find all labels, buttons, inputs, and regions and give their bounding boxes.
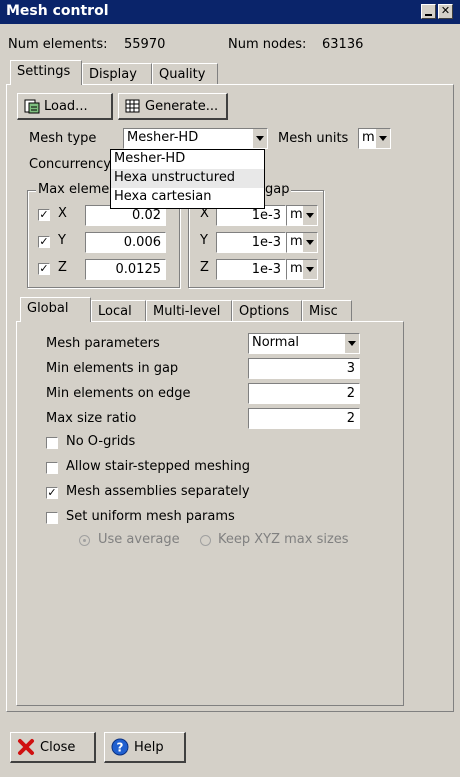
- no-ogrids-checkbox[interactable]: [46, 437, 58, 449]
- max-y-input[interactable]: 0.006: [85, 232, 166, 253]
- tab-misc[interactable]: Misc: [302, 300, 352, 322]
- tab-multi-level[interactable]: Multi-level: [146, 300, 232, 322]
- mesh-units-value: m: [362, 130, 375, 145]
- chevron-down-icon[interactable]: [375, 129, 390, 148]
- grid-icon: [125, 99, 140, 113]
- max-z-input[interactable]: 0.0125: [85, 259, 166, 280]
- chevron-down-icon[interactable]: [302, 233, 317, 252]
- tab-options[interactable]: Options: [232, 300, 302, 322]
- close-label: Close: [40, 739, 76, 755]
- load-button[interactable]: Load...: [17, 93, 113, 120]
- gap-y-label: Y: [200, 233, 208, 248]
- gap-y-input[interactable]: 1e-3: [216, 232, 286, 253]
- gap-z-input[interactable]: 1e-3: [216, 259, 286, 280]
- min-elements-edge-input[interactable]: 2: [248, 383, 360, 404]
- uniform-params-label: Set uniform mesh params: [66, 509, 235, 524]
- help-button[interactable]: ? Help: [104, 732, 186, 763]
- mesh-units-select[interactable]: m: [358, 128, 391, 149]
- tab-display[interactable]: Display: [82, 63, 152, 85]
- gap-x-unit-select[interactable]: m: [286, 205, 318, 226]
- tab-local[interactable]: Local: [91, 300, 146, 322]
- mesh-type-select[interactable]: Mesher-HD: [123, 128, 268, 149]
- stair-stepped-checkbox[interactable]: [46, 462, 58, 474]
- chevron-down-icon[interactable]: [302, 206, 317, 225]
- tab-settings[interactable]: Settings: [10, 60, 82, 85]
- mesh-parameters-label: Mesh parameters: [46, 336, 160, 351]
- dropdown-option[interactable]: Hexa cartesian: [111, 188, 264, 207]
- close-button[interactable]: Close: [10, 732, 96, 763]
- assemblies-separately-checkbox[interactable]: ✓: [46, 487, 58, 499]
- min-elements-gap-input[interactable]: 3: [248, 358, 360, 379]
- svg-text:?: ?: [117, 741, 124, 755]
- use-average-label: Use average: [98, 532, 180, 547]
- concurrency-label: Concurrency: [29, 157, 111, 172]
- minimize-icon: [425, 14, 432, 16]
- window-title: Mesh control: [6, 3, 109, 19]
- max-size-ratio-input[interactable]: 2: [248, 408, 360, 429]
- keep-xyz-radio[interactable]: [200, 535, 211, 546]
- axis-y-label: Y: [58, 233, 66, 248]
- chevron-down-icon[interactable]: [252, 129, 267, 148]
- title-bar: Mesh control ✕: [0, 0, 460, 24]
- dropdown-option[interactable]: Hexa unstructured: [111, 169, 264, 188]
- min-elements-edge-label: Min elements on edge: [46, 386, 191, 401]
- generate-label: Generate...: [145, 98, 219, 114]
- close-window-button[interactable]: ✕: [438, 4, 453, 19]
- gap-y-unit-select[interactable]: m: [286, 232, 318, 253]
- min-gap-legend: gap: [263, 182, 292, 197]
- generate-button[interactable]: Generate...: [118, 93, 228, 120]
- mesh-type-value: Mesher-HD: [127, 130, 199, 145]
- keep-xyz-label: Keep XYZ max sizes: [218, 532, 349, 547]
- help-label: Help: [134, 739, 164, 755]
- assemblies-separately-label: Mesh assemblies separately: [66, 484, 250, 499]
- no-ogrids-label: No O-grids: [66, 434, 136, 449]
- max-size-ratio-label: Max size ratio: [46, 411, 137, 426]
- gap-z-label: Z: [200, 260, 209, 275]
- num-nodes-value: 63136: [322, 37, 364, 52]
- chevron-down-icon[interactable]: [344, 334, 359, 353]
- stair-stepped-label: Allow stair-stepped meshing: [66, 459, 251, 474]
- tab-global[interactable]: Global: [20, 297, 91, 322]
- num-elements-label: Num elements:: [8, 37, 108, 52]
- mesh-parameters-value: Normal: [252, 335, 300, 350]
- chevron-down-icon[interactable]: [302, 260, 317, 279]
- close-x-red-icon: [18, 739, 34, 755]
- mesh-type-dropdown: Mesher-HD Hexa unstructured Hexa cartesi…: [110, 149, 265, 209]
- num-elements-value: 55970: [124, 37, 166, 52]
- load-label: Load...: [44, 98, 88, 114]
- axis-x-label: X: [58, 206, 67, 221]
- tab-quality[interactable]: Quality: [152, 63, 218, 85]
- help-icon: ?: [111, 738, 129, 756]
- mesh-type-label: Mesh type: [29, 131, 97, 146]
- use-average-radio[interactable]: [79, 535, 90, 546]
- uniform-params-checkbox[interactable]: [46, 512, 58, 524]
- mesh-units-label: Mesh units: [278, 131, 349, 146]
- load-icon: [24, 99, 40, 114]
- mesh-parameters-select[interactable]: Normal: [248, 333, 360, 354]
- gap-z-unit-select[interactable]: m: [286, 259, 318, 280]
- max-x-checkbox[interactable]: ✓: [38, 209, 50, 221]
- axis-z-label: Z: [58, 260, 67, 275]
- max-z-checkbox[interactable]: ✓: [38, 263, 50, 275]
- num-nodes-label: Num nodes:: [228, 37, 307, 52]
- max-y-checkbox[interactable]: ✓: [38, 236, 50, 248]
- close-x-icon: ✕: [440, 4, 451, 17]
- minimize-button[interactable]: [421, 4, 436, 19]
- dropdown-option[interactable]: Mesher-HD: [111, 150, 264, 169]
- min-elements-gap-label: Min elements in gap: [46, 361, 179, 376]
- max-element-legend: Max eleme: [36, 182, 112, 197]
